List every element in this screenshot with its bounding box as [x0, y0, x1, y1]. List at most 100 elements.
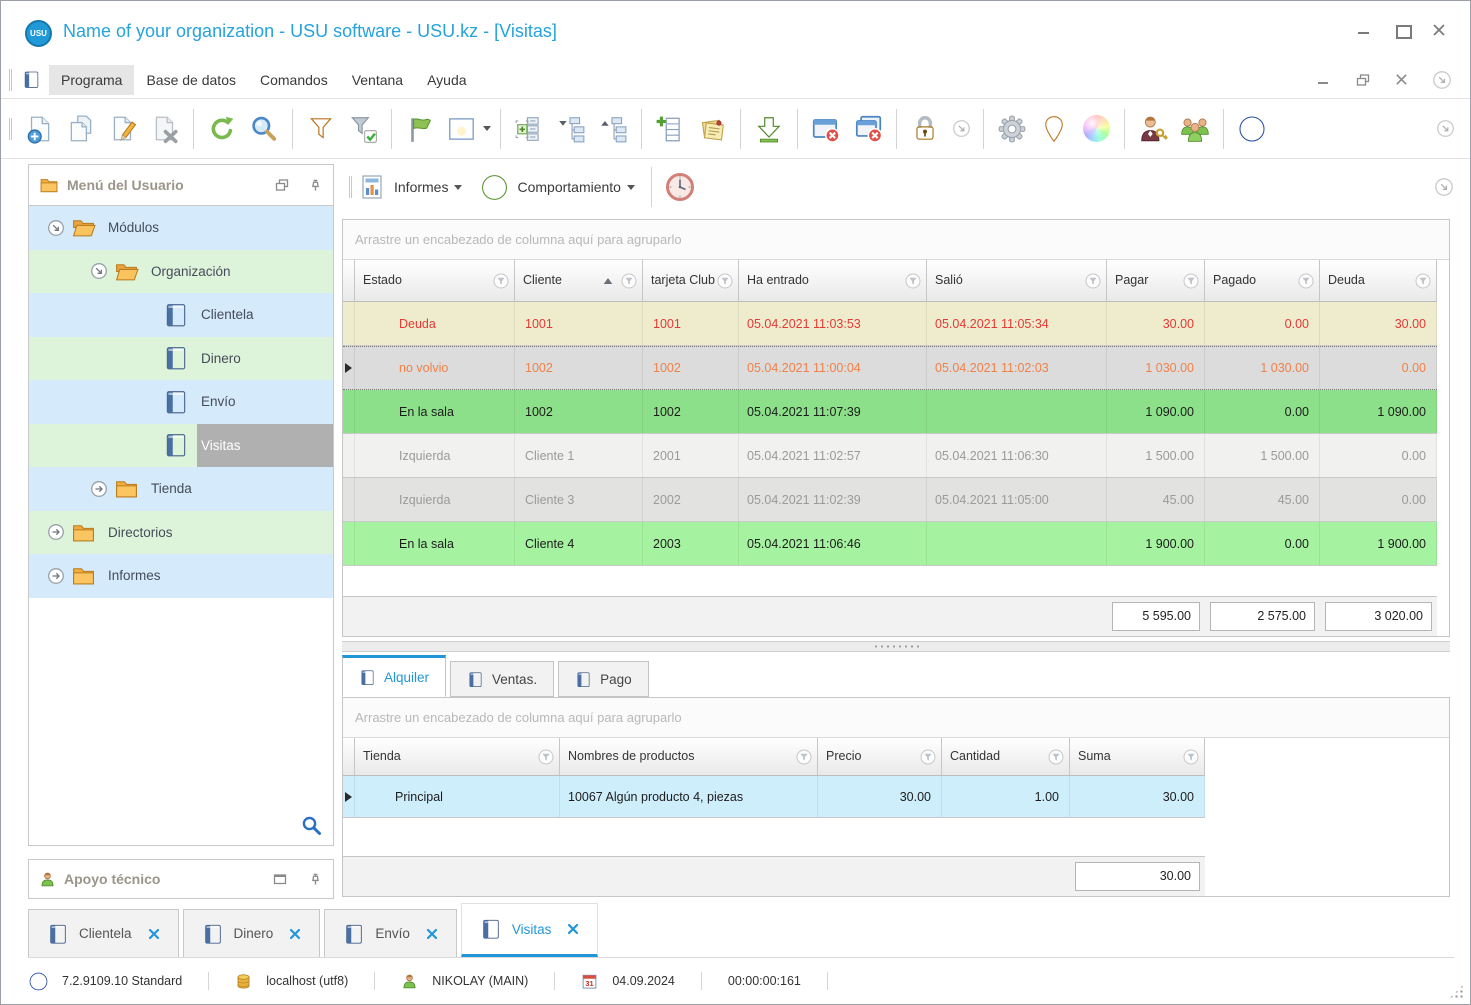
copy-document-icon[interactable]	[60, 108, 102, 150]
column-header-ha-entrado[interactable]: Ha entrado	[739, 260, 927, 302]
sidebar-item-envio[interactable]: Envío	[29, 380, 333, 424]
notes-icon[interactable]	[691, 108, 733, 150]
table-row[interactable]: En la sala 1002 1002 05.04.2021 11:07:39…	[343, 390, 1437, 434]
resize-grip[interactable]	[1449, 984, 1464, 999]
filter-funnel-icon[interactable]	[1183, 749, 1199, 765]
new-document-icon[interactable]	[18, 108, 60, 150]
user-permissions-icon[interactable]	[1132, 108, 1174, 150]
column-header-cantidad[interactable]: Cantidad	[942, 738, 1070, 776]
sidebar-item-organizacion[interactable]: Organización	[29, 249, 333, 293]
column-header-salio[interactable]: Salió	[927, 260, 1107, 302]
close-tab-icon[interactable]	[148, 928, 160, 940]
table-row[interactable]: Deuda 1001 1001 05.04.2021 11:03:53 05.0…	[343, 302, 1437, 346]
sidebar-item-clientela[interactable]: Clientela	[29, 293, 333, 337]
tab-ventas[interactable]: Ventas.	[450, 661, 555, 697]
mdi-tab-clientela[interactable]: Clientela	[28, 909, 179, 957]
location-pin-icon[interactable]	[1033, 108, 1075, 150]
sidebar-item-directorios[interactable]: Directorios	[29, 510, 333, 554]
toolbar-grip[interactable]	[9, 117, 12, 140]
go-arrow-icon[interactable]	[480, 173, 509, 202]
close-tab-icon[interactable]	[567, 923, 579, 935]
toolbar-grip[interactable]	[9, 68, 12, 91]
expand-node-icon[interactable]	[47, 567, 65, 585]
filter-funnel-icon[interactable]	[1183, 273, 1199, 289]
mdi-minimize-button[interactable]	[1317, 74, 1331, 86]
filter-funnel-icon[interactable]	[905, 273, 921, 289]
comportamiento-dropdown[interactable]: Comportamiento	[517, 179, 635, 195]
expand-tree-icon[interactable]	[592, 108, 634, 150]
filter-icon[interactable]	[300, 108, 342, 150]
support-maximize-icon[interactable]	[272, 871, 288, 887]
image-viewer-dropdown-caret[interactable]	[483, 126, 491, 131]
settings-gear-icon[interactable]	[991, 108, 1033, 150]
close-button[interactable]	[1432, 23, 1448, 37]
column-header-deuda[interactable]: Deuda	[1320, 260, 1437, 302]
export-download-icon[interactable]	[748, 108, 790, 150]
filter-funnel-icon[interactable]	[1048, 749, 1064, 765]
column-header-tarjeta-club[interactable]: tarjeta Club	[643, 260, 739, 302]
table-row-selected[interactable]: no volvio 1002 1002 05.04.2021 11:00:04 …	[343, 346, 1437, 390]
menu-overflow-chevron-icon[interactable]	[1432, 70, 1452, 90]
flag-icon[interactable]	[399, 108, 441, 150]
tab-pago[interactable]: Pago	[558, 661, 649, 697]
horizontal-splitter[interactable]	[342, 641, 1450, 652]
sidebar-item-modulos[interactable]: Módulos	[29, 206, 333, 250]
sidebar-item-dinero[interactable]: Dinero	[29, 336, 333, 380]
table-row[interactable]: Izquierda Cliente 3 2002 05.04.2021 11:0…	[343, 478, 1437, 522]
refresh-icon[interactable]	[201, 108, 243, 150]
table-row[interactable]: En la sala Cliente 4 2003 05.04.2021 11:…	[343, 522, 1437, 566]
add-row-icon[interactable]	[649, 108, 691, 150]
tree-search-icon[interactable]	[301, 815, 323, 837]
filter-funnel-icon[interactable]	[920, 749, 936, 765]
column-header-precio[interactable]: Precio	[818, 738, 942, 776]
filter-funnel-icon[interactable]	[1298, 273, 1314, 289]
collapse-node-icon[interactable]	[90, 262, 108, 280]
expand-list-icon[interactable]	[508, 108, 550, 150]
lock-icon[interactable]	[904, 108, 946, 150]
sidebar-restore-icon[interactable]	[274, 177, 290, 193]
toolbar-grip[interactable]	[349, 176, 352, 198]
menu-programa[interactable]: Programa	[49, 64, 135, 95]
image-viewer-icon[interactable]	[441, 108, 483, 150]
column-header-nombres[interactable]: Nombres de productos	[560, 738, 818, 776]
filter-funnel-icon[interactable]	[493, 273, 509, 289]
column-header-pagar[interactable]: Pagar	[1107, 260, 1205, 302]
filter-apply-icon[interactable]	[342, 108, 384, 150]
filter-funnel-icon[interactable]	[717, 273, 733, 289]
mdi-close-button[interactable]	[1395, 73, 1408, 86]
mdi-tab-visitas[interactable]: Visitas	[460, 903, 599, 957]
informes-dropdown[interactable]: Informes	[394, 179, 463, 195]
filter-funnel-icon[interactable]	[796, 749, 812, 765]
filter-funnel-icon[interactable]	[1085, 273, 1101, 289]
column-header-tienda[interactable]: Tienda	[355, 738, 560, 776]
user-group-icon[interactable]	[1174, 108, 1216, 150]
sidebar-item-informes[interactable]: Informes	[29, 554, 333, 598]
close-all-windows-icon[interactable]	[847, 108, 889, 150]
mdi-tab-dinero[interactable]: Dinero	[182, 909, 321, 957]
filter-funnel-icon[interactable]	[538, 749, 554, 765]
toolbar-overflow-chevron-icon[interactable]	[946, 108, 976, 150]
column-header-cliente[interactable]: Cliente	[515, 260, 643, 302]
viewbar-overflow-chevron-icon[interactable]	[1434, 177, 1454, 197]
edit-document-icon[interactable]	[102, 108, 144, 150]
filter-funnel-icon[interactable]	[621, 273, 637, 289]
column-header-suma[interactable]: Suma	[1070, 738, 1205, 776]
about-info-icon[interactable]	[1231, 108, 1273, 150]
maximize-button[interactable]	[1394, 23, 1412, 39]
search-icon[interactable]	[243, 108, 285, 150]
sidebar-item-visitas[interactable]: Visitas	[29, 423, 333, 467]
menu-base-de-datos[interactable]: Base de datos	[134, 65, 248, 95]
mdi-tab-envio[interactable]: Envío	[324, 909, 457, 957]
close-tab-icon[interactable]	[426, 928, 438, 940]
support-pin-icon[interactable]	[308, 872, 323, 887]
column-header-pagado[interactable]: Pagado	[1205, 260, 1320, 302]
tab-alquiler[interactable]: Alquiler	[342, 655, 447, 697]
support-panel[interactable]: Apoyo técnico	[28, 859, 334, 899]
toolbar-end-chevron-icon[interactable]	[1430, 108, 1460, 150]
clock-icon[interactable]	[664, 171, 696, 203]
collapse-node-icon[interactable]	[47, 219, 65, 237]
minimize-button[interactable]	[1356, 23, 1372, 37]
sidebar-item-tienda[interactable]: Tienda	[29, 467, 333, 511]
column-header-estado[interactable]: Estado	[355, 260, 515, 302]
expand-node-icon[interactable]	[47, 523, 65, 541]
